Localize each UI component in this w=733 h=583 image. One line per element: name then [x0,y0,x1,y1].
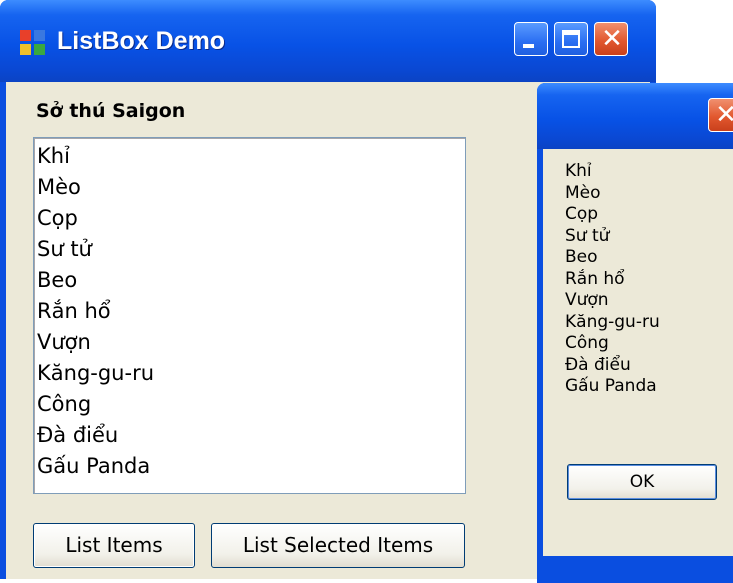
app-icon-green [34,44,45,55]
message-line: Mèo [565,182,601,203]
zoo-label: Sở thú Saigon [36,100,186,122]
window-title: ListBox Demo [57,27,226,55]
list-item[interactable]: Kăng-gu-ru [37,360,154,386]
list-item[interactable]: Khỉ [37,143,70,169]
main-titlebar[interactable]: ListBox Demo ✕ [0,0,656,82]
message-box-client: Khỉ Mèo Cọp Sư tử Beo Rắn hổ Vượn Kăng-g… [543,149,733,556]
message-text: Khỉ Mèo Cọp Sư tử Beo Rắn hổ Vượn Kăng-g… [565,161,660,398]
close-icon: ✕ [715,100,733,130]
app-icon-red [20,30,31,41]
message-line: Công [565,333,609,353]
list-selected-items-button[interactable]: List Selected Items [211,523,465,568]
minimize-button[interactable] [514,22,548,56]
message-line: Gấu Panda [565,376,657,396]
close-icon: ✕ [601,24,623,54]
app-form-icon[interactable] [20,30,46,56]
message-line: Cọp [565,204,599,224]
message-line: Vượn [565,290,609,310]
maximize-icon [562,30,580,48]
list-item[interactable]: Rắn hổ [37,298,111,324]
close-button[interactable]: ✕ [594,22,628,56]
list-items-button[interactable]: List Items [33,523,195,568]
message-box-close-button[interactable]: ✕ [708,98,733,132]
message-line: Kăng-gu-ru [565,311,660,332]
maximize-button[interactable] [554,22,588,56]
animals-listbox[interactable]: Khỉ Mèo Cọp Sư tử Beo Rắn hổ Vượn Kăng-g… [33,137,466,494]
list-item[interactable]: Đà điểu [37,422,118,448]
message-line: Sư tử [565,225,610,246]
list-item[interactable]: Sư tử [37,236,92,262]
message-box: ✕ Khỉ Mèo Cọp Sư tử Beo Rắn hổ Vượn Kăng… [537,83,733,583]
list-item[interactable]: Công [37,391,91,417]
message-box-titlebar[interactable]: ✕ [537,83,733,149]
list-item[interactable]: Mèo [37,174,81,200]
app-icon-yellow [20,44,31,55]
list-item[interactable]: Cọp [37,205,78,231]
app-icon-blue [34,30,45,41]
ok-button[interactable]: OK [567,464,717,500]
list-item[interactable]: Gấu Panda [37,453,150,479]
message-line: Rắn hổ [565,268,625,289]
minimize-icon [523,44,534,48]
message-line: Đà điểu [565,354,631,375]
message-line: Khỉ [565,161,592,181]
list-item[interactable]: Beo [37,267,77,293]
list-item[interactable]: Vượn [37,329,91,355]
message-line: Beo [565,247,598,267]
